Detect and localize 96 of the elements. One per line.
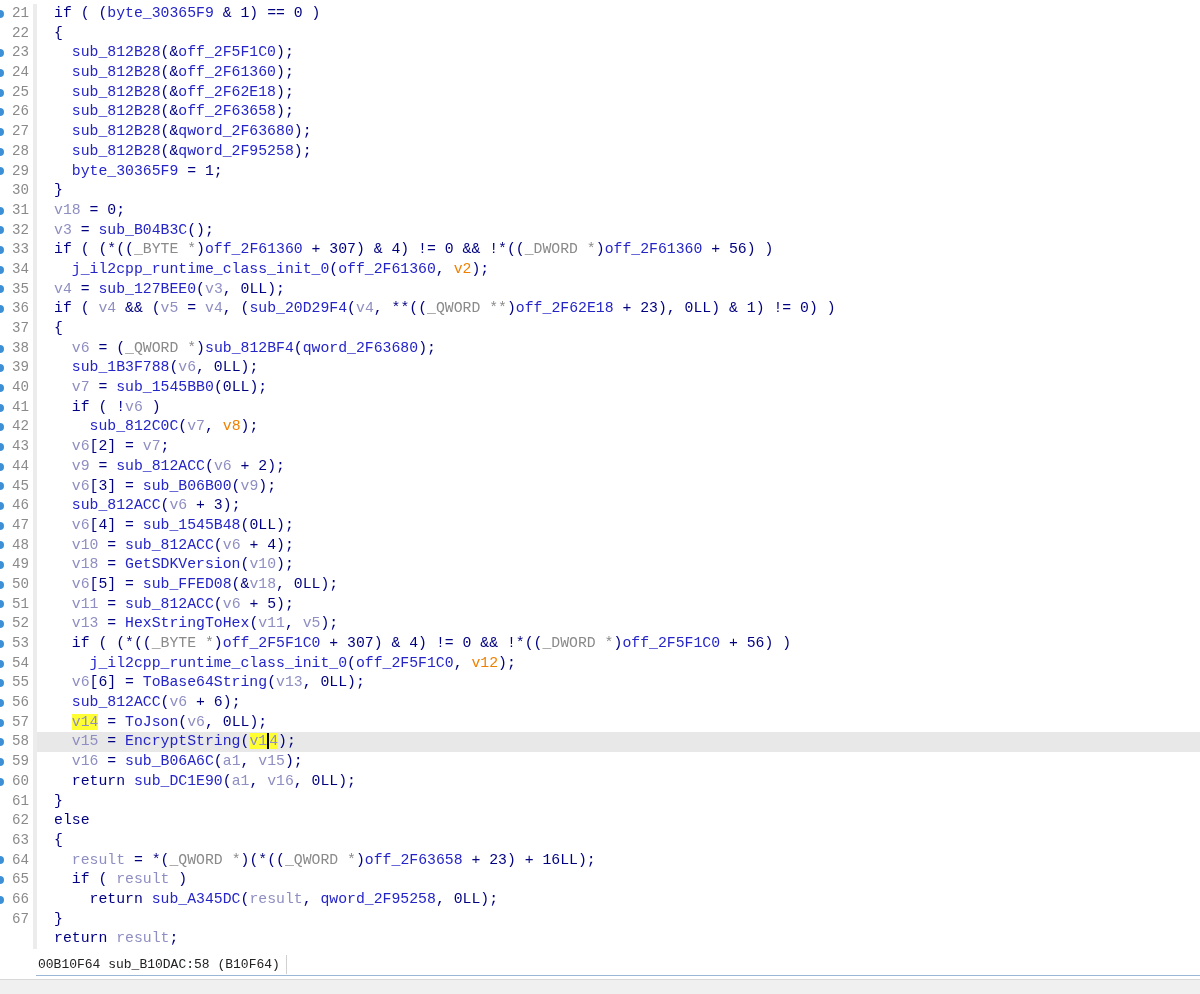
code-line: { bbox=[53, 319, 64, 338]
code-line: v6[5] = sub_FFED08(&v18, 0LL); bbox=[70, 574, 340, 594]
code-line: v6[4] = sub_1545B48(0LL); bbox=[70, 515, 295, 535]
code-line: } bbox=[53, 909, 64, 929]
line-number: 34 bbox=[11, 259, 29, 279]
line-number: 28 bbox=[11, 141, 29, 161]
line-number: 52 bbox=[11, 614, 29, 634]
code-line: v3 = sub_B04B3C(); bbox=[53, 220, 215, 240]
line-number: 39 bbox=[11, 358, 29, 378]
line-number: 60 bbox=[11, 771, 29, 791]
horizontal-scrollbar[interactable] bbox=[0, 979, 1200, 994]
code-line: sub_812ACC(v6 + 3); bbox=[70, 496, 242, 516]
code-line: if ( (*((_BYTE *)off_2F5F1C0 + 307) & 4) != 0 && !*((_DWORD *)off_2F5F1C0 + 56) ) bbox=[70, 634, 793, 653]
line-number: 61 bbox=[11, 791, 29, 811]
line-number: 64 bbox=[11, 850, 29, 870]
code-line: v9 = sub_812ACC(v6 + 2); bbox=[70, 456, 286, 476]
code-line: sub_812ACC(v6 + 6); bbox=[70, 693, 242, 713]
code-line: sub_812B28(&qword_2F95258); bbox=[70, 141, 313, 161]
line-number: 53 bbox=[11, 634, 29, 653]
line-number: 25 bbox=[11, 82, 29, 102]
code-line: } bbox=[53, 791, 64, 811]
line-number: 63 bbox=[11, 830, 29, 850]
code-line: else bbox=[53, 811, 91, 831]
code-line: return result; bbox=[53, 929, 180, 949]
code-line: sub_812B28(&off_2F62E18); bbox=[70, 82, 295, 102]
code-line: { bbox=[53, 830, 64, 850]
line-number: 67 bbox=[11, 909, 29, 929]
line-number: 57 bbox=[11, 712, 29, 732]
code-line: if ( !v6 ) bbox=[70, 397, 162, 417]
code-line: v16 = sub_B06A6C(a1, v15); bbox=[70, 752, 304, 772]
code-line: return sub_DC1E90(a1, v16, 0LL); bbox=[70, 771, 357, 791]
code-line: result = *(_QWORD *)(*((_QWORD *)off_2F63658 + 23) + 16LL); bbox=[70, 850, 597, 870]
code-line: j_il2cpp_runtime_class_init_0(off_2F5F1C0, v12); bbox=[88, 653, 517, 673]
line-number: 22 bbox=[11, 23, 29, 43]
line-number: 21 bbox=[11, 4, 29, 23]
line-number: 24 bbox=[11, 63, 29, 83]
line-number: 29 bbox=[11, 161, 29, 181]
line-number: 44 bbox=[11, 456, 29, 476]
line-number: 48 bbox=[11, 535, 29, 555]
line-number: 40 bbox=[11, 378, 29, 398]
code-line: v18 = 0; bbox=[53, 200, 127, 220]
line-number: 37 bbox=[11, 319, 29, 338]
line-number: 62 bbox=[11, 811, 29, 831]
line-number: 51 bbox=[11, 594, 29, 614]
code-line: sub_812B28(&off_2F61360); bbox=[70, 63, 295, 83]
line-number: 32 bbox=[11, 220, 29, 240]
code-line: v18 = GetSDKVersion(v10); bbox=[70, 555, 295, 575]
code-line: v6 = (_QWORD *)sub_812BF4(qword_2F63680); bbox=[70, 338, 437, 358]
code-line: if ( (*((_BYTE *)off_2F61360 + 307) & 4) != 0 && !*((_DWORD *)off_2F61360 + 56) ) bbox=[53, 240, 775, 260]
line-number: 43 bbox=[11, 437, 29, 457]
line-number: 33 bbox=[11, 240, 29, 260]
line-number: 31 bbox=[11, 200, 29, 220]
line-number: 54 bbox=[11, 653, 29, 673]
code-line: } bbox=[53, 181, 64, 201]
line-number: 30 bbox=[11, 181, 29, 201]
line-number: 38 bbox=[11, 338, 29, 358]
line-number: 55 bbox=[11, 673, 29, 693]
code-line: if ( result ) bbox=[70, 870, 189, 890]
code-line: v10 = sub_812ACC(v6 + 4); bbox=[70, 535, 295, 555]
code-line: v6[6] = ToBase64String(v13, 0LL); bbox=[70, 673, 366, 693]
line-number: 42 bbox=[11, 417, 29, 437]
code-line: v7 = sub_1545BB0(0LL); bbox=[70, 378, 269, 398]
line-number: 59 bbox=[11, 752, 29, 772]
code-line: j_il2cpp_runtime_class_init_0(off_2F61360, v2); bbox=[70, 259, 491, 279]
code-line: return sub_A345DC(result, qword_2F95258, 0LL); bbox=[88, 889, 500, 909]
line-number: 58 bbox=[11, 732, 29, 752]
line-number: 49 bbox=[11, 555, 29, 575]
code-line: v14 = ToJson(v6, 0LL); bbox=[70, 712, 269, 732]
code-line: v6[3] = sub_B06B00(v9); bbox=[70, 476, 278, 496]
code-line: if ( v4 && (v5 = v4, (sub_20D29F4(v4, **((_QWORD **)off_2F62E18 + 23), 0LL) & 1) != 0) ) bbox=[53, 299, 837, 319]
code-line: v4 = sub_127BEE0(v3, 0LL); bbox=[53, 279, 286, 299]
code-line: sub_812B28(&off_2F63658); bbox=[70, 102, 295, 122]
line-number: 26 bbox=[11, 102, 29, 122]
code-line: byte_30365F9 = 1; bbox=[70, 161, 224, 181]
code-line: sub_812C0C(v7, v8); bbox=[88, 417, 260, 437]
code-line: { bbox=[53, 23, 64, 43]
line-number: 56 bbox=[11, 693, 29, 713]
line-number: 66 bbox=[11, 889, 29, 909]
code-line: sub_1B3F788(v6, 0LL); bbox=[70, 358, 260, 378]
code-line: v11 = sub_812ACC(v6 + 5); bbox=[70, 594, 295, 614]
code-line: sub_812B28(&qword_2F63680); bbox=[70, 122, 313, 142]
line-number: 47 bbox=[11, 515, 29, 535]
line-number: 36 bbox=[11, 299, 29, 319]
line-number: 41 bbox=[11, 397, 29, 417]
line-number: 35 bbox=[11, 279, 29, 299]
code-line: v6[2] = v7; bbox=[70, 437, 171, 457]
code-line: sub_812B28(&off_2F5F1C0); bbox=[70, 43, 295, 63]
line-number: 46 bbox=[11, 496, 29, 516]
status-location: 00B10F64 sub_B10DAC:58 (B10F64) bbox=[36, 955, 287, 974]
line-number: 23 bbox=[11, 43, 29, 63]
line-number: 27 bbox=[11, 122, 29, 142]
code-line: if ( (byte_30365F9 & 1) == 0 ) bbox=[53, 4, 322, 23]
line-number: 65 bbox=[11, 870, 29, 890]
line-number: 45 bbox=[11, 476, 29, 496]
line-number: 50 bbox=[11, 574, 29, 594]
code-line: v13 = HexStringToHex(v11, v5); bbox=[70, 614, 340, 634]
